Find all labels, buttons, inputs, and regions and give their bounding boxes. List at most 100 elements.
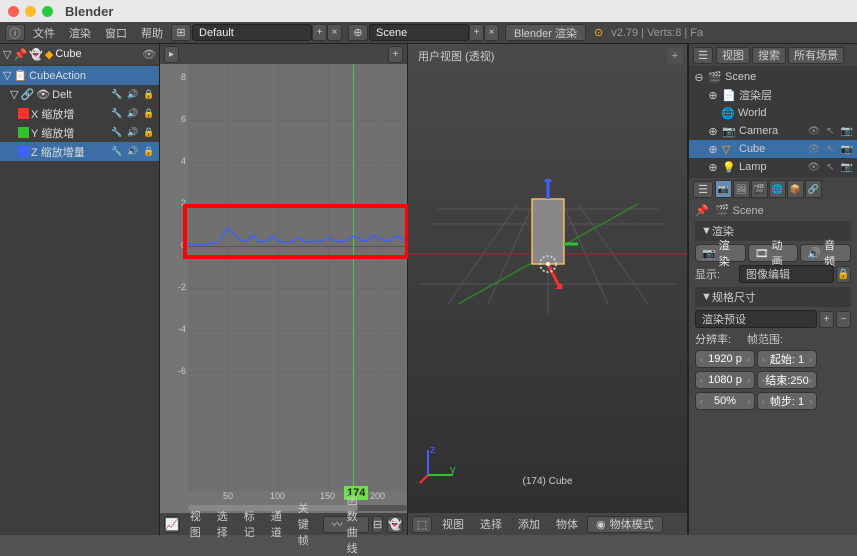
channel-eye-icon[interactable]: 👁 — [142, 48, 156, 61]
menu-render[interactable]: 渲染 — [62, 25, 98, 41]
preset-add-button[interactable]: + — [819, 311, 834, 328]
speaker-icon[interactable]: 🔊 — [126, 89, 140, 100]
render-vis-icon[interactable]: 📷 — [841, 126, 853, 137]
menu-window[interactable]: 窗口 — [98, 25, 134, 41]
graph-editor-type-icon[interactable]: 📈 — [164, 516, 180, 533]
audio-button[interactable]: 🔊音频 — [800, 244, 851, 262]
layout-add-button[interactable]: + — [312, 24, 327, 41]
eye-icon[interactable]: 👁 — [807, 144, 820, 155]
scene-remove-button[interactable]: × — [484, 24, 499, 41]
expand-icon[interactable]: ⊕ — [707, 125, 719, 138]
menu-help[interactable]: 帮助 — [134, 25, 170, 41]
pin-icon[interactable]: 📌 — [13, 48, 27, 61]
vp-menu-object[interactable]: 物体 — [549, 516, 585, 532]
graph-mode-select[interactable]: 〰 函数曲线 — [323, 516, 369, 533]
normalize-icon[interactable]: ⊟ — [372, 516, 383, 533]
render-vis-icon[interactable]: 📷 — [841, 162, 853, 173]
world-row[interactable]: 🌐 World — [689, 104, 857, 122]
outliner-filter-select[interactable]: 所有场景 — [788, 47, 844, 64]
anim-button[interactable]: 🎞动画 — [748, 244, 799, 262]
res-y-field[interactable]: 1080 p — [695, 371, 755, 389]
tab-object-icon[interactable]: 📦 — [787, 180, 804, 198]
cursor-icon[interactable]: ↖ — [826, 144, 834, 155]
lock-icon[interactable]: 🔒 — [142, 108, 156, 119]
ghost-curves-icon[interactable]: 👻 — [387, 516, 403, 533]
res-pct-field[interactable]: 50% — [695, 392, 755, 410]
channel-y-row[interactable]: Y 缩放增 🔧 🔊 🔒 — [0, 123, 159, 142]
menu-file[interactable]: 文件 — [26, 25, 62, 41]
graph-menu-select[interactable]: 选择 — [210, 508, 235, 540]
speaker-icon[interactable]: 🔊 — [126, 146, 140, 157]
cube-object[interactable] — [518, 179, 578, 289]
res-x-field[interactable]: 1920 p — [695, 350, 755, 368]
tab-renderlayers-icon[interactable]: 🖼 — [733, 180, 750, 198]
triangle-icon[interactable]: ▽ — [3, 48, 11, 61]
outliner-view-button[interactable]: 视图 — [716, 47, 750, 64]
wrench-icon[interactable]: 🔧 — [110, 146, 124, 157]
frame-cursor[interactable] — [353, 64, 354, 491]
layout-remove-button[interactable]: × — [327, 24, 342, 41]
wrench-icon[interactable]: 🔧 — [110, 89, 124, 100]
graph-menu-channel[interactable]: 通道 — [264, 508, 289, 540]
expand-icon[interactable]: ⊕ — [707, 89, 719, 102]
eye-icon[interactable]: 👁 — [36, 88, 50, 101]
viewport-canvas[interactable]: 用户视图 (透视) + z y (174) Cube — [408, 44, 687, 513]
action-row[interactable]: ▽📋 CubeAction — [0, 66, 159, 85]
dimensions-panel-header[interactable]: ▼ 规格尺寸 — [695, 287, 851, 307]
lock-icon[interactable]: 🔒 — [142, 127, 156, 138]
wrench-icon[interactable]: 🔧 — [110, 127, 124, 138]
layout-name-field[interactable]: Default — [192, 24, 312, 41]
vp-menu-select[interactable]: 选择 — [473, 516, 509, 532]
renderlayers-row[interactable]: ⊕ 📄 渲染层 — [689, 86, 857, 104]
frame-step-field[interactable]: 帧步: 1 — [757, 392, 817, 410]
display-mode-select[interactable]: 图像编辑 — [739, 265, 834, 283]
collapse-icon[interactable]: ▸ — [164, 46, 179, 63]
camera-row[interactable]: ⊕ 📷 Camera 👁 ↖ 📷 — [689, 122, 857, 140]
channel-z-row[interactable]: Z 缩放增量 🔧 🔊 🔒 — [0, 142, 159, 161]
pin-icon[interactable]: 📌 — [695, 205, 709, 217]
render-button[interactable]: 📷渲染 — [695, 244, 746, 262]
graph-menu-key[interactable]: 关键帧 — [291, 500, 321, 548]
cursor-icon[interactable]: ↖ — [826, 126, 834, 137]
scene-add-button[interactable]: + — [469, 24, 484, 41]
scene-browse-icon[interactable]: ⊕ — [348, 24, 368, 41]
scene-root-row[interactable]: ⊖ 🎬 Scene — [689, 68, 857, 86]
tab-render-icon[interactable]: 📷 — [715, 180, 732, 198]
speaker-icon[interactable]: 🔊 — [126, 108, 140, 119]
lamp-row[interactable]: ⊕ 💡 Lamp 👁 ↖ 📷 — [689, 158, 857, 176]
render-preset-select[interactable]: 渲染预设 — [695, 310, 817, 328]
minimize-window-icon[interactable] — [25, 6, 36, 17]
speaker-icon[interactable]: 🔊 — [126, 127, 140, 138]
tab-world-icon[interactable]: 🌐 — [769, 180, 786, 198]
eye-icon[interactable]: 👁 — [807, 162, 820, 173]
group-row[interactable]: ▽🔗 👁 Delt 🔧 🔊 🔒 — [0, 85, 159, 104]
properties-type-icon[interactable]: ☰ — [693, 181, 713, 198]
vp-mode-select[interactable]: ◉ 物体模式 — [587, 516, 663, 533]
lock-display-icon[interactable]: 🔒 — [836, 266, 851, 283]
expand-icon[interactable]: ⊕ — [707, 161, 719, 174]
expand-icon[interactable]: ⊕ — [707, 143, 719, 156]
vp-menu-add[interactable]: 添加 — [511, 516, 547, 532]
close-window-icon[interactable] — [8, 6, 19, 17]
vp-menu-view[interactable]: 视图 — [435, 516, 471, 532]
channel-x-row[interactable]: X 缩放增 🔧 🔊 🔒 — [0, 104, 159, 123]
outliner-search-button[interactable]: 搜索 — [752, 47, 786, 64]
ghost-icon[interactable]: 👻 — [29, 48, 43, 61]
maximize-window-icon[interactable] — [42, 6, 53, 17]
editor-type-icon[interactable]: ⓘ — [5, 24, 25, 41]
graph-menu-marker[interactable]: 标记 — [237, 508, 262, 540]
eye-icon[interactable]: 👁 — [807, 126, 820, 137]
layout-browse-icon[interactable]: ⊞ — [171, 24, 191, 41]
frame-end-field[interactable]: 结束:250 — [757, 371, 817, 389]
area-plus-button[interactable]: + — [388, 46, 403, 63]
lock-icon[interactable]: 🔒 — [142, 146, 156, 157]
preset-remove-button[interactable]: − — [836, 311, 851, 328]
cursor-icon[interactable]: ↖ — [826, 162, 834, 173]
graph-canvas[interactable] — [188, 64, 407, 491]
scene-name-field[interactable]: Scene — [369, 24, 469, 41]
tab-scene-icon[interactable]: 🎬 — [751, 180, 768, 198]
outliner-type-icon[interactable]: ☰ — [693, 47, 713, 64]
viewport-plus-button[interactable]: + — [667, 48, 683, 64]
cube-row[interactable]: ⊕ ▽ Cube 👁 ↖ 📷 — [689, 140, 857, 158]
render-engine-select[interactable]: Blender 渲染 — [505, 24, 586, 41]
